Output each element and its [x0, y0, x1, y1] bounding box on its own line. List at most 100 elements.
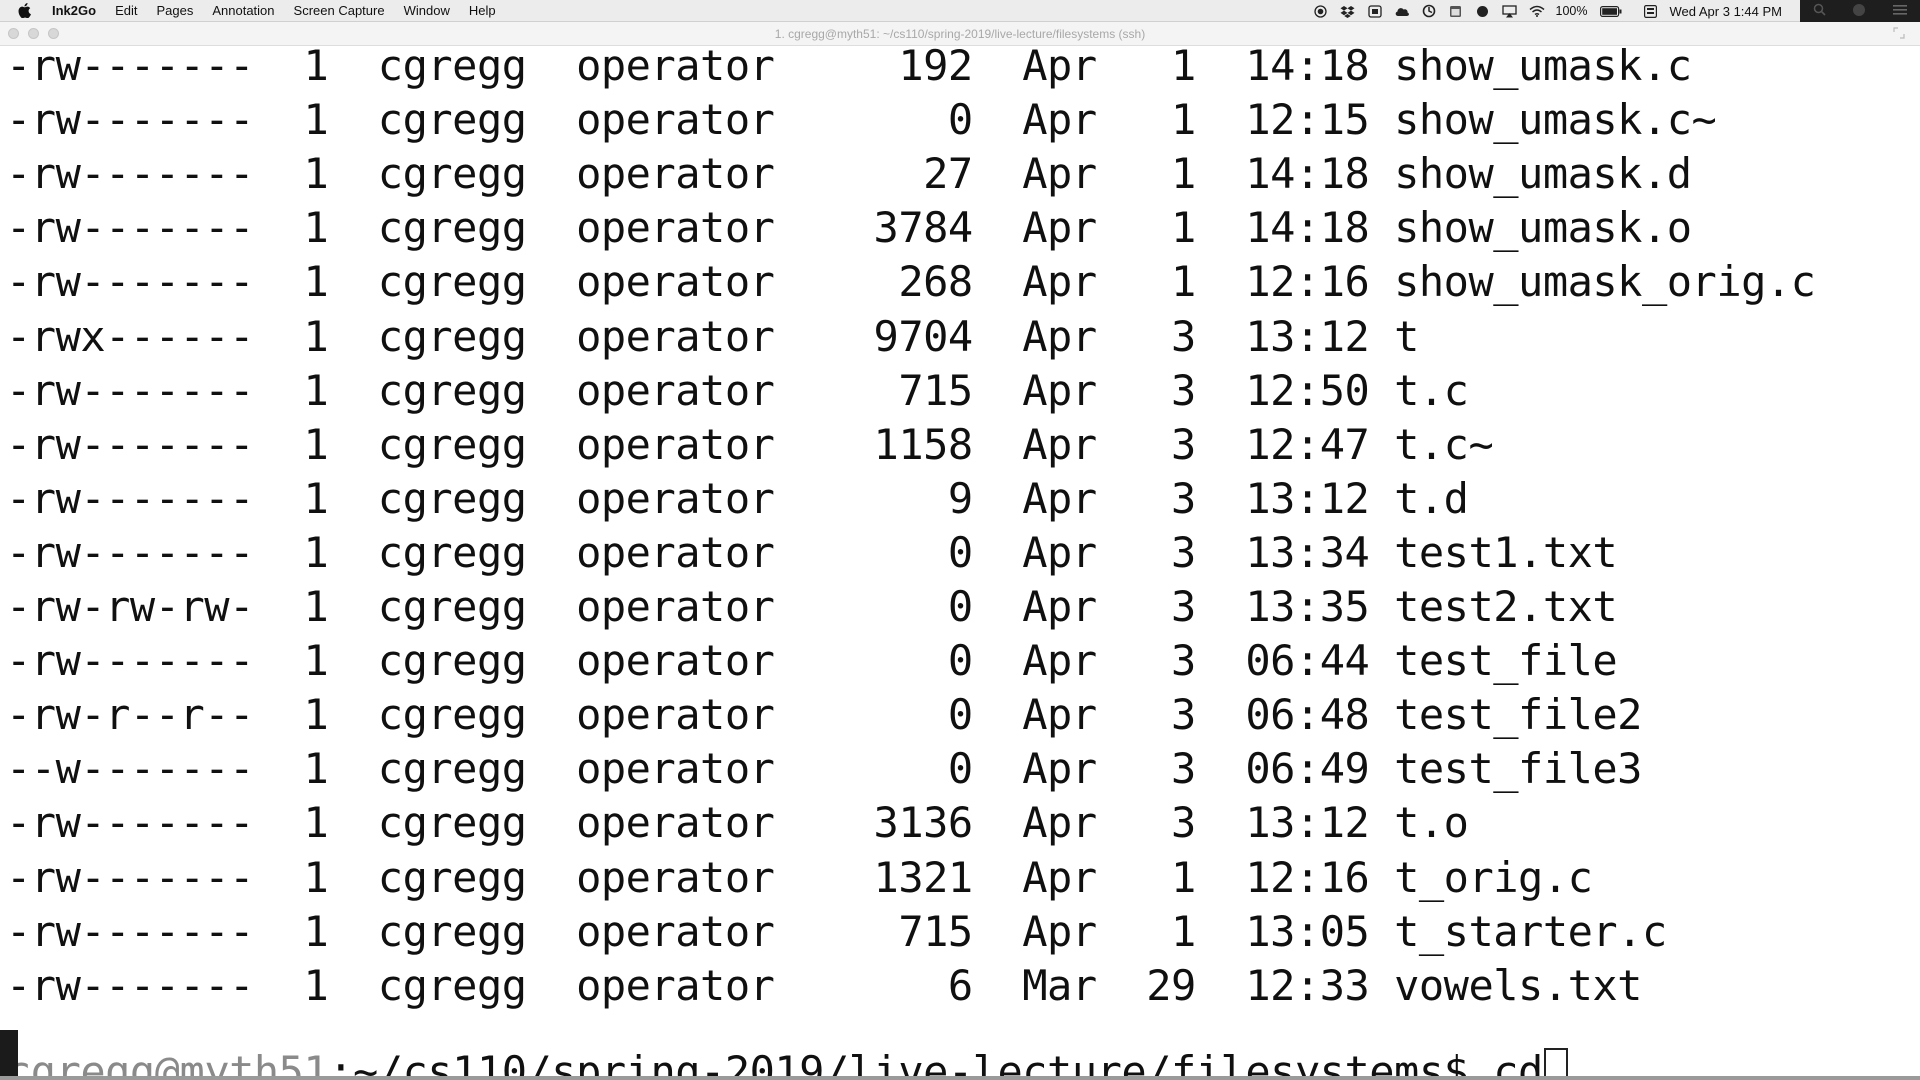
fullscreen-icon[interactable] [1892, 26, 1906, 40]
airplay-icon[interactable] [1502, 4, 1518, 18]
row-perms: -rw------- [6, 960, 254, 1010]
row-month: Apr [972, 419, 1097, 469]
row-time: 14:18 [1195, 203, 1370, 253]
menu-pages[interactable]: Pages [156, 3, 193, 18]
row-group: operator [526, 203, 775, 253]
notification-center-icon[interactable] [1892, 4, 1907, 19]
row-size: 9704 [774, 311, 974, 361]
row-name: vowels.txt [1369, 960, 1642, 1010]
wifi-icon[interactable] [1529, 4, 1545, 18]
row-perms: -rw------- [6, 149, 254, 199]
listing-row: -rw------- 1 cgregg operator 268 Apr 1 1… [6, 255, 1816, 309]
row-time: 12:33 [1195, 960, 1370, 1010]
row-name: t.d [1369, 473, 1469, 523]
listing-row: -rw------- 1 cgregg operator 715 Apr 3 1… [6, 364, 1469, 418]
menubar-clock[interactable]: Wed Apr 3 1:44 PM [1670, 4, 1783, 19]
row-name: t.c~ [1369, 419, 1494, 469]
listing-row: -rw-r--r-- 1 cgregg operator 0 Apr 3 06:… [6, 688, 1642, 742]
window-title: 1. cgregg@myth51: ~/cs110/spring-2019/li… [774, 27, 1146, 41]
row-month: Apr [972, 473, 1097, 523]
row-group: operator [526, 582, 775, 631]
row-group: operator [526, 95, 775, 145]
row-month: Apr [972, 95, 1097, 145]
row-owner: cgregg [328, 636, 527, 686]
dark-circle-icon[interactable] [1475, 4, 1491, 18]
row-time: 13:34 [1195, 527, 1370, 577]
menu-help[interactable]: Help [469, 3, 496, 18]
row-time: 06:48 [1195, 690, 1370, 740]
dropbox-icon[interactable] [1340, 4, 1356, 18]
row-owner: cgregg [328, 582, 527, 631]
row-name: test_file2 [1369, 690, 1642, 740]
apple-icon[interactable] [18, 3, 34, 18]
row-day: 1 [1096, 906, 1196, 956]
row-perms: -rw-r--r-- [6, 690, 254, 740]
row-group: operator [526, 798, 775, 848]
listing-row: -rw------- 1 cgregg operator 27 Apr 1 14… [6, 147, 1692, 201]
row-links: 1 [253, 906, 329, 956]
row-owner: cgregg [328, 690, 527, 740]
listing-row: -rw------- 1 cgregg operator 0 Apr 1 12:… [6, 93, 1717, 147]
record-icon[interactable] [1313, 4, 1329, 18]
row-size: 1158 [774, 419, 974, 469]
row-group: operator [526, 960, 775, 1010]
row-size: 0 [774, 744, 973, 794]
listing-row: -rwx------ 1 cgregg operator 9704 Apr 3 … [6, 310, 1419, 364]
spotlight-search-icon[interactable] [1813, 3, 1826, 19]
row-month: Apr [972, 46, 1097, 90]
row-group: operator [526, 257, 775, 307]
row-links: 1 [253, 473, 329, 523]
menu-annotation[interactable]: Annotation [212, 3, 274, 18]
keyboard-input-icon[interactable] [1643, 4, 1659, 18]
row-group: operator [526, 852, 775, 902]
row-perms: -rw------- [6, 419, 254, 469]
cloud-icon[interactable] [1394, 4, 1410, 18]
row-month: Apr [972, 690, 1097, 740]
menu-screen-capture[interactable]: Screen Capture [294, 3, 385, 18]
row-day: 3 [1096, 798, 1196, 848]
row-links: 1 [253, 46, 329, 90]
listing-row: -rw------- 1 cgregg operator 6 Mar 29 12… [6, 959, 1642, 1013]
menu-extras [1800, 0, 1920, 22]
row-month: Apr [972, 744, 1097, 794]
row-name: t.c [1369, 365, 1469, 415]
row-owner: cgregg [328, 46, 527, 90]
calendar-icon[interactable] [1448, 4, 1464, 18]
siri-icon[interactable] [1852, 3, 1866, 20]
row-perms: -rw-rw-rw- [6, 582, 254, 631]
row-name: test_file3 [1369, 744, 1642, 794]
sync-icon[interactable] [1421, 4, 1437, 18]
row-month: Apr [972, 149, 1097, 199]
row-group: operator [526, 365, 775, 415]
row-name: t.o [1369, 798, 1469, 848]
prompt-line[interactable]: cgregg@myth51:~/cs110/spring-2019/live-l… [6, 1045, 1568, 1080]
row-group: operator [526, 690, 775, 740]
row-perms: -rw------- [6, 527, 254, 577]
menu-edit[interactable]: Edit [115, 3, 137, 18]
row-day: 3 [1096, 365, 1196, 415]
listing-row: -rw------- 1 cgregg operator 3136 Apr 3 … [6, 796, 1469, 850]
row-day: 29 [1096, 960, 1196, 1010]
row-links: 1 [253, 690, 329, 740]
row-owner: cgregg [328, 365, 527, 415]
row-links: 1 [253, 582, 329, 631]
menu-window[interactable]: Window [404, 3, 450, 18]
row-size: 0 [774, 636, 973, 686]
row-name: t_orig.c [1369, 852, 1593, 902]
row-links: 1 [253, 852, 329, 902]
terminal-output[interactable]: -rw------- 1 cgregg operator 192 Apr 1 1… [0, 46, 1920, 1080]
row-name: test2.txt [1369, 582, 1618, 631]
row-size: 1321 [774, 852, 974, 902]
battery-percent[interactable]: 100% [1556, 4, 1588, 18]
row-perms: -rw------- [6, 852, 254, 902]
row-group: operator [526, 906, 775, 956]
row-links: 1 [253, 95, 329, 145]
row-name: show_umask.c [1369, 46, 1692, 90]
screen-share-icon[interactable] [1367, 4, 1383, 18]
row-perms: -rw------- [6, 798, 254, 848]
row-size: 0 [774, 527, 973, 577]
battery-icon[interactable] [1599, 4, 1622, 18]
row-size: 0 [774, 95, 973, 145]
row-owner: cgregg [328, 852, 527, 902]
menu-app-name[interactable]: Ink2Go [52, 3, 96, 18]
